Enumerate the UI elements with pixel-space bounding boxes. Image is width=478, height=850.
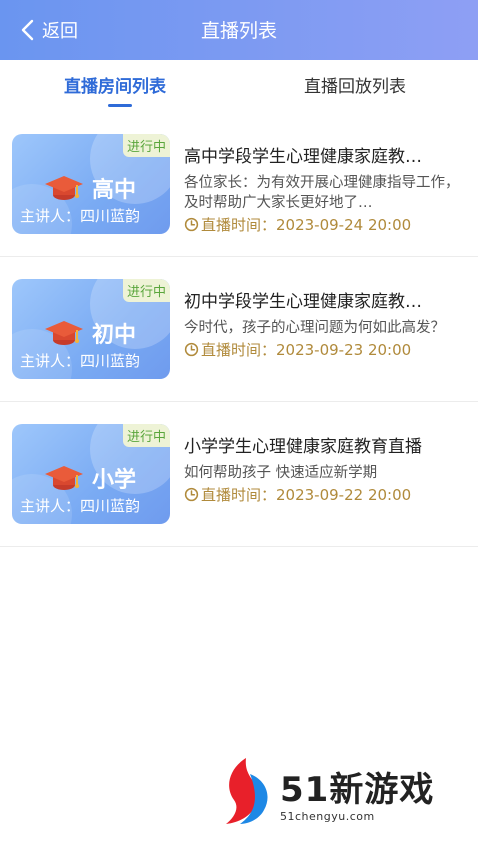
item-info: 小学学生心理健康家庭教育直播 如何帮助孩子 快速适应新学期 直播时间：2023-…	[184, 432, 466, 505]
status-badge: 进行中	[122, 134, 170, 157]
item-title: 小学学生心理健康家庭教育直播	[184, 437, 422, 457]
grade-label: 小学	[44, 462, 136, 494]
graduation-cap-icon	[45, 466, 83, 490]
tab-live-rooms[interactable]: 直播房间列表	[64, 72, 166, 97]
clock-icon	[184, 342, 199, 357]
tab-bar: 直播房间列表 直播回放列表	[0, 60, 478, 112]
watermark-domain: 51chengyu.com	[280, 810, 375, 823]
thumbnail: 进行中 高中 主讲人：四川蓝韵	[12, 134, 170, 234]
item-title: 高中学段学生心理健康家庭教…	[184, 147, 422, 167]
list-item[interactable]: 进行中 小学 主讲人：四川蓝韵 小学学生心理健康家庭教育直播 如何帮助孩子 快速…	[0, 402, 478, 547]
clock-icon	[184, 487, 199, 502]
time-text: 直播时间：2023-09-24 20:00	[201, 216, 412, 234]
graduation-cap-icon	[45, 321, 83, 345]
graduation-cap-icon	[45, 176, 83, 200]
status-badge: 进行中	[122, 279, 170, 302]
grade-text: 初中	[92, 323, 137, 348]
grade-text: 小学	[92, 468, 137, 493]
live-room-list: 进行中 高中 主讲人：四川蓝韵 高中学段学生心理健康家庭教… 各位家长：为有效开…	[0, 112, 478, 547]
page-title: 直播列表	[200, 20, 277, 42]
item-title: 初中学段学生心理健康家庭教…	[184, 292, 422, 312]
list-item[interactable]: 进行中 初中 主讲人：四川蓝韵 初中学段学生心理健康家庭教… 今时代，孩子的心理…	[0, 257, 478, 402]
speaker-text: 主讲人：四川蓝韵	[20, 497, 141, 515]
item-info: 高中学段学生心理健康家庭教… 各位家长：为有效开展心理健康指导工作，及时帮助广大…	[184, 142, 466, 235]
item-time: 直播时间：2023-09-24 20:00	[184, 214, 466, 235]
watermark-brand: 51新游戏	[280, 770, 435, 810]
tab-active-indicator	[108, 104, 132, 107]
time-text: 直播时间：2023-09-23 20:00	[201, 341, 412, 359]
thumbnail: 进行中 小学 主讲人：四川蓝韵	[12, 424, 170, 524]
speaker-text: 主讲人：四川蓝韵	[20, 352, 141, 370]
clock-icon	[184, 217, 199, 232]
watermark: 51新游戏 51chengyu.com	[220, 756, 460, 828]
item-time: 直播时间：2023-09-23 20:00	[184, 339, 466, 360]
brand-logo-icon	[226, 758, 268, 824]
item-description: 今时代，孩子的心理问题为何如此高发？	[184, 320, 445, 336]
item-description: 各位家长：为有效开展心理健康指导工作，及时帮助广大家长更好地了…	[184, 175, 460, 211]
grade-label: 初中	[44, 317, 136, 349]
grade-text: 高中	[92, 178, 137, 203]
grade-label: 高中	[44, 172, 136, 204]
list-item[interactable]: 进行中 高中 主讲人：四川蓝韵 高中学段学生心理健康家庭教… 各位家长：为有效开…	[0, 112, 478, 257]
item-time: 直播时间：2023-09-22 20:00	[184, 484, 466, 505]
time-text: 直播时间：2023-09-22 20:00	[201, 486, 412, 504]
tab-replays[interactable]: 直播回放列表	[304, 72, 406, 97]
item-info: 初中学段学生心理健康家庭教… 今时代，孩子的心理问题为何如此高发？ 直播时间：2…	[184, 287, 466, 360]
thumbnail: 进行中 初中 主讲人：四川蓝韵	[12, 279, 170, 379]
top-bar: 返回 直播列表	[0, 0, 478, 60]
item-description: 如何帮助孩子 快速适应新学期	[184, 465, 378, 481]
status-badge: 进行中	[122, 424, 170, 447]
speaker-text: 主讲人：四川蓝韵	[20, 207, 141, 225]
